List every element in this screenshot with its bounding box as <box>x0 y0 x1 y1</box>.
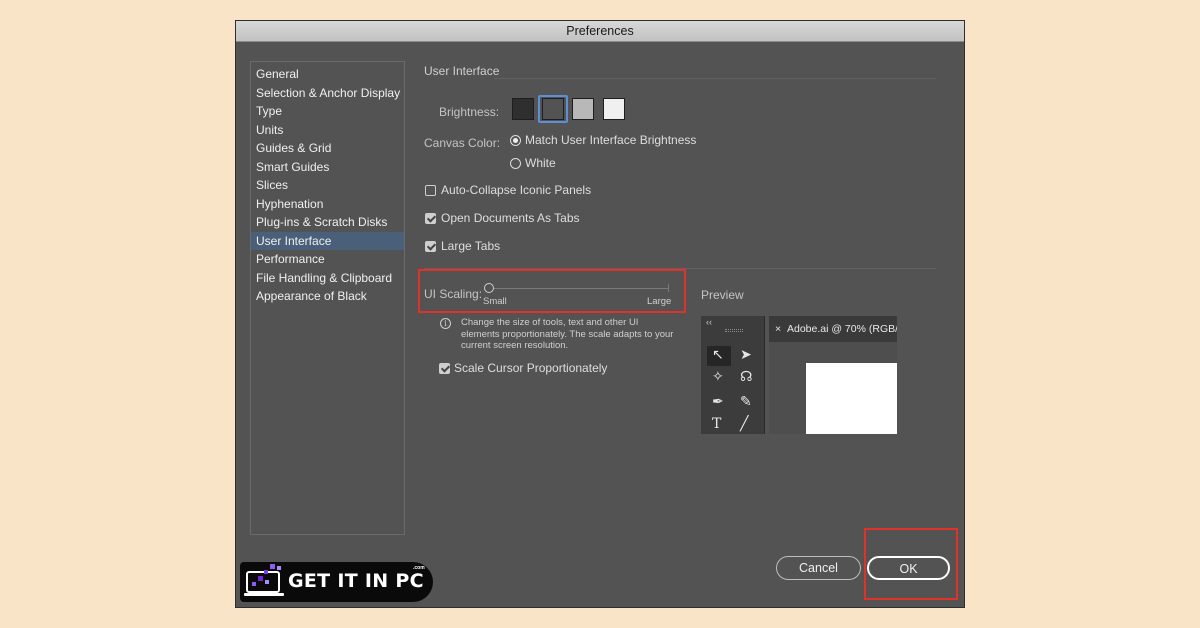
sidebar-item-general[interactable]: General <box>251 65 404 84</box>
preview-doc-title: Adobe.ai @ 70% (RGB/ <box>786 323 897 335</box>
sidebar-item-guides-grid[interactable]: Guides & Grid <box>251 139 404 158</box>
canvas-white-label: White <box>525 156 556 170</box>
sidebar-item-type[interactable]: Type <box>251 102 404 121</box>
ui-scaling-slider-handle[interactable] <box>484 283 494 293</box>
brightness-swatch-lightest[interactable] <box>603 98 625 120</box>
preview-tools-panel: ‹‹ ↖ ➤ ✧ ☊ ✒ ✎ T ╱ <box>701 316 765 434</box>
lasso-icon: ☊ <box>740 369 753 385</box>
laptop-logo-icon <box>244 564 284 596</box>
section-divider <box>494 78 936 79</box>
canvas-match-radio[interactable] <box>510 135 521 146</box>
ui-scaling-min-label: Small <box>483 296 507 307</box>
info-icon: i <box>440 318 451 329</box>
ui-scaling-track[interactable] <box>488 288 668 289</box>
sidebar-item-hyphenation[interactable]: Hyphenation <box>251 195 404 214</box>
sidebar-item-appearance-of-black[interactable]: Appearance of Black <box>251 287 404 306</box>
sidebar-item-units[interactable]: Units <box>251 121 404 140</box>
scale-cursor-label: Scale Cursor Proportionately <box>454 361 608 375</box>
preview-document: × Adobe.ai @ 70% (RGB/ <box>769 316 897 434</box>
curvature-tool-icon: ✎ <box>740 394 752 410</box>
ok-highlight <box>864 528 958 600</box>
sidebar-item-plug-ins-scratch-disks[interactable]: Plug-ins & Scratch Disks <box>251 213 404 232</box>
preview-label: Preview <box>701 288 744 302</box>
cancel-button[interactable]: Cancel <box>776 556 861 580</box>
grip-icon <box>725 329 743 332</box>
open-docs-tabs-label: Open Documents As Tabs <box>441 211 580 225</box>
canvas-color-label: Canvas Color: <box>424 136 501 150</box>
brightness-label: Brightness: <box>439 105 500 119</box>
auto-collapse-label: Auto-Collapse Iconic Panels <box>441 183 592 197</box>
sidebar-item-smart-guides[interactable]: Smart Guides <box>251 158 404 177</box>
selection-tool-icon: ↖ <box>712 347 724 363</box>
ui-scaling-track-end <box>668 284 669 292</box>
canvas-match-label: Match User Interface Brightness <box>525 133 697 147</box>
preferences-dialog: Preferences General Selection & Anchor Di… <box>235 20 965 608</box>
sidebar-item-file-handling-clipboard[interactable]: File Handling & Clipboard <box>251 269 404 288</box>
pen-tool-icon: ✒ <box>712 394 724 410</box>
brightness-swatch-medium-light[interactable] <box>572 98 594 120</box>
sidebar-item-slices[interactable]: Slices <box>251 176 404 195</box>
ui-scaling-info-text: Change the size of tools, text and other… <box>461 317 674 351</box>
watermark-logo: GET IT IN PC .com <box>240 562 433 602</box>
large-tabs-label: Large Tabs <box>441 239 501 253</box>
window-title: Preferences <box>236 21 964 42</box>
section-title: User Interface <box>424 64 500 78</box>
collapse-icon: ‹‹ <box>706 317 712 327</box>
line-tool-icon: ╱ <box>740 416 749 432</box>
ui-scaling-label: UI Scaling: <box>424 287 483 301</box>
brightness-swatch-medium-dark[interactable] <box>542 98 564 120</box>
magic-wand-icon: ✧ <box>712 369 724 385</box>
direct-selection-tool-icon: ➤ <box>740 347 752 363</box>
watermark-text: GET IT IN PC <box>288 570 424 592</box>
large-tabs-checkbox[interactable] <box>425 241 436 252</box>
preview-panel: ‹‹ ↖ ➤ ✧ ☊ ✒ ✎ T ╱ × Adobe.ai @ 70% (RGB… <box>701 316 897 434</box>
type-tool-icon: T <box>712 416 722 432</box>
scale-cursor-checkbox[interactable] <box>439 363 450 374</box>
preview-artboard <box>806 363 897 434</box>
canvas-white-radio[interactable] <box>510 158 521 169</box>
sidebar-item-performance[interactable]: Performance <box>251 250 404 269</box>
sidebar-item-user-interface[interactable]: User Interface <box>251 231 404 250</box>
preview-doc-tab: × Adobe.ai @ 70% (RGB/ <box>769 316 897 342</box>
preferences-sidebar: General Selection & Anchor Display Type Uni… <box>250 61 405 535</box>
close-icon: × <box>775 323 782 335</box>
open-docs-tabs-checkbox[interactable] <box>425 213 436 224</box>
watermark-domain: .com <box>413 565 425 571</box>
brightness-swatch-darkest[interactable] <box>512 98 534 120</box>
ui-scaling-max-label: Large <box>647 296 672 307</box>
sidebar-item-selection-anchor-display[interactable]: Selection & Anchor Display <box>251 84 404 103</box>
auto-collapse-checkbox[interactable] <box>425 185 436 196</box>
